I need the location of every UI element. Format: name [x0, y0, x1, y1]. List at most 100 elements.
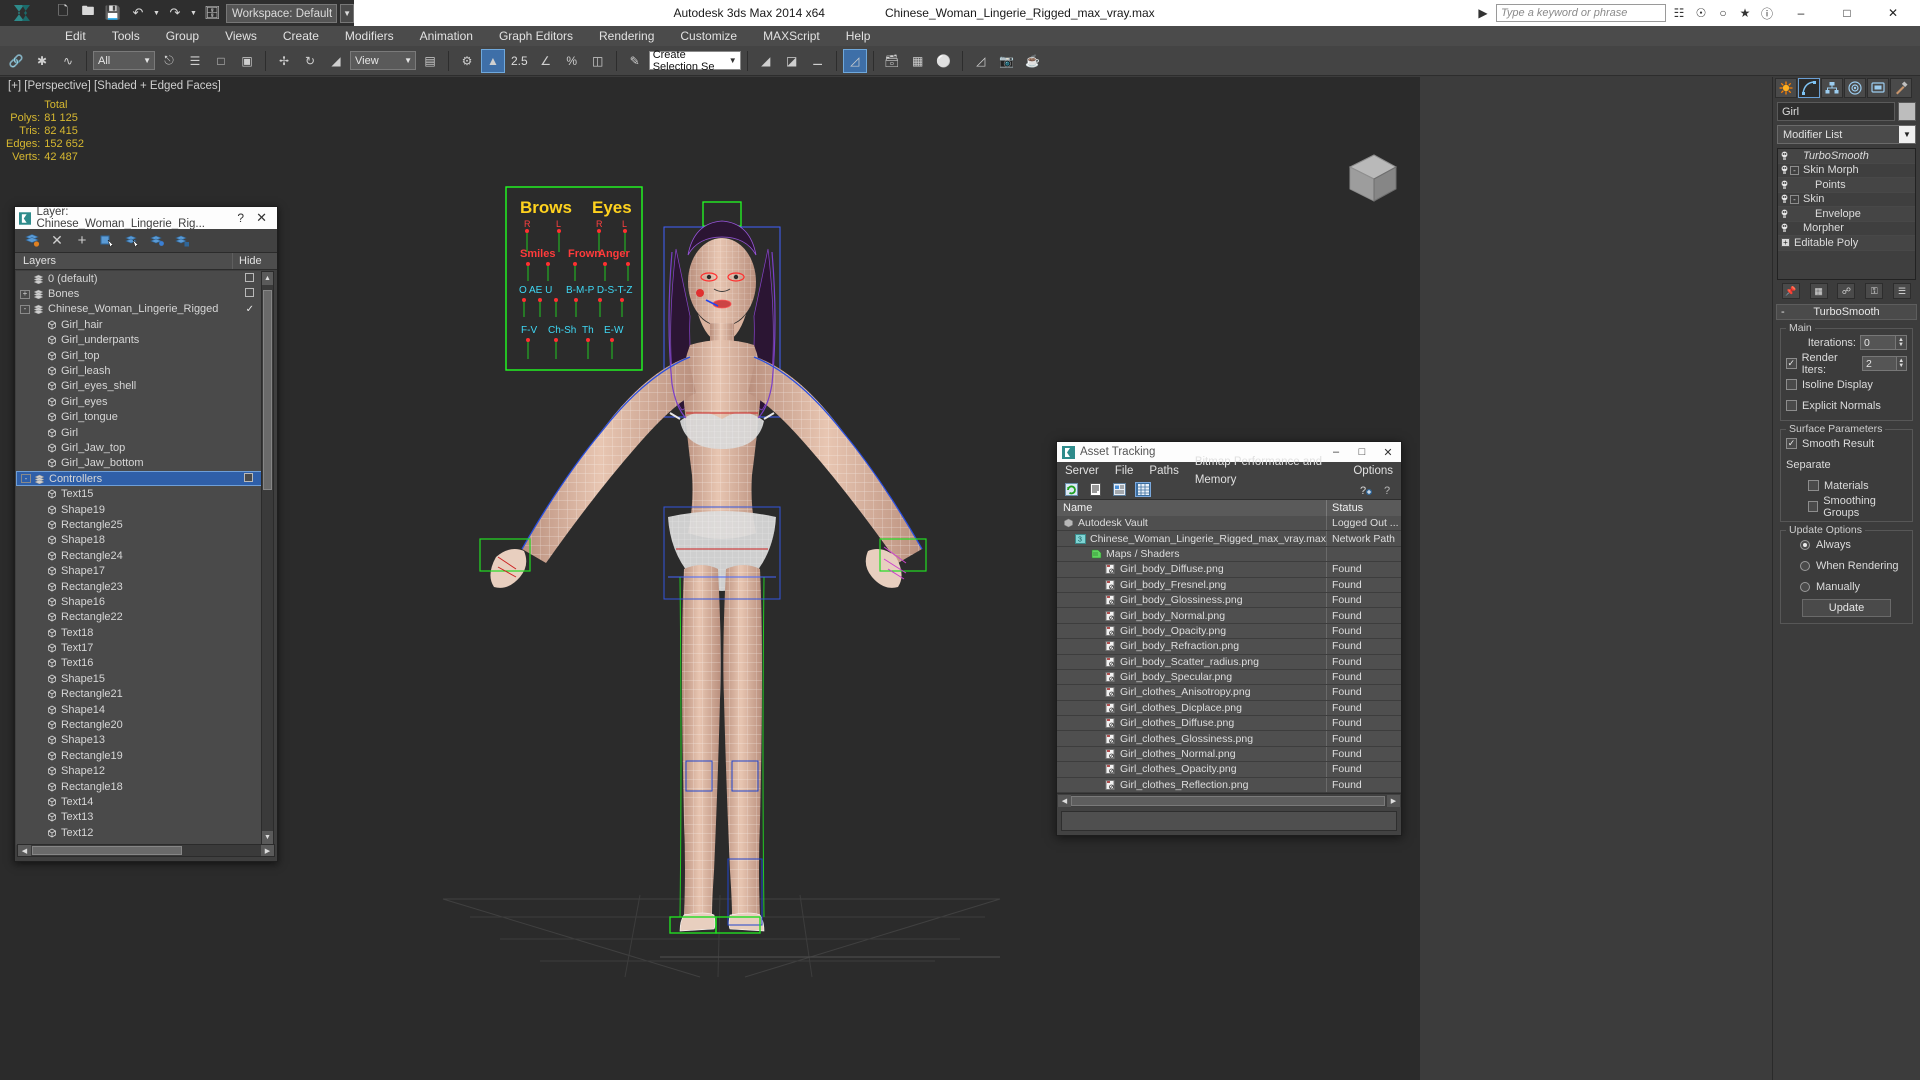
asset-menu-bitmap-performance[interactable]: Bitmap Performance and Memory: [1187, 453, 1346, 489]
stack-expander-icon[interactable]: +: [1781, 238, 1790, 248]
asset-row[interactable]: Girl_body_Glossiness.png Found: [1057, 592, 1401, 609]
save-icon[interactable]: 💾: [102, 2, 124, 24]
asset-list[interactable]: Autodesk Vault Logged Out ... 3 Chinese_Wom…: [1057, 516, 1401, 794]
select-and-manipulate-icon[interactable]: ⚙: [455, 49, 479, 73]
render-production-icon[interactable]: ☕: [1021, 49, 1045, 73]
minimize-button[interactable]: –: [1780, 0, 1822, 26]
curve-editor-icon[interactable]: 🗃: [880, 49, 904, 73]
layer-row[interactable]: Rectangle19: [16, 748, 264, 763]
remove-modifier-icon[interactable]: ⚿: [1865, 283, 1884, 299]
layer-row[interactable]: Girl_eyes: [16, 394, 264, 409]
layer-row[interactable]: Girl_Jaw_bottom: [16, 456, 264, 471]
layer-row[interactable]: Shape14: [16, 702, 264, 717]
menu-item-graph-editors[interactable]: Graph Editors: [486, 26, 586, 46]
redo-icon[interactable]: ↷: [164, 2, 186, 24]
layer-hide-check[interactable]: ✓: [246, 304, 254, 315]
bind-to-space-warp-icon[interactable]: ∿: [56, 49, 80, 73]
layer-row[interactable]: Rectangle25: [16, 517, 264, 532]
modifier-enable-icon[interactable]: [1778, 165, 1790, 175]
update-always-row[interactable]: Always: [1786, 536, 1907, 553]
layer-row[interactable]: Shape12: [16, 764, 264, 779]
update-always-radio[interactable]: [1800, 539, 1810, 550]
redo-dropdown-icon[interactable]: ▼: [189, 2, 198, 24]
asset-row[interactable]: Girl_body_Fresnel.png Found: [1057, 577, 1401, 593]
layer-row[interactable]: Girl: [16, 425, 264, 440]
iterations-spinner[interactable]: ▲ ▼: [1896, 335, 1907, 350]
search-input[interactable]: Type a keyword or phrase: [1496, 4, 1666, 22]
modifier-stack-row[interactable]: + Editable Poly: [1778, 236, 1915, 251]
view-cube[interactable]: [1348, 154, 1398, 202]
asset-row[interactable]: Girl_clothes_Normal.png Found: [1057, 746, 1401, 763]
menu-item-create[interactable]: Create: [270, 26, 332, 46]
app-menu-button[interactable]: [0, 0, 46, 26]
menu-item-help[interactable]: Help: [833, 26, 884, 46]
asset-tracking-maximize-button[interactable]: □: [1349, 442, 1375, 462]
asset-tracking-close-button[interactable]: ✕: [1375, 442, 1401, 462]
layer-manager-icon[interactable]: ⚊: [806, 49, 830, 73]
display-tab[interactable]: [1867, 78, 1889, 98]
delete-layer-icon[interactable]: ✕: [49, 232, 65, 249]
angle-snap-toggle-icon[interactable]: ∠: [534, 49, 558, 73]
layer-properties-icon[interactable]: [174, 233, 190, 249]
layer-row[interactable]: Rectangle24: [16, 548, 264, 563]
refresh-icon[interactable]: [1063, 482, 1079, 497]
layer-row[interactable]: Rectangle18: [16, 779, 264, 794]
update-when-rendering-row[interactable]: When Rendering: [1786, 557, 1907, 574]
workspace-dropdown-icon[interactable]: ▼: [340, 3, 355, 23]
pin-stack-icon[interactable]: 📌: [1781, 283, 1800, 299]
layer-list-vertical-scrollbar[interactable]: ▲ ▼: [261, 271, 274, 845]
workspace-selector[interactable]: Workspace: Default: [226, 3, 338, 23]
render-iters-spinner[interactable]: ▲ ▼: [1896, 356, 1907, 371]
rectangular-selection-icon[interactable]: □: [209, 49, 233, 73]
new-icon[interactable]: 🗋: [52, 2, 74, 24]
modifier-enable-icon[interactable]: [1778, 151, 1790, 161]
modifier-enable-icon[interactable]: [1778, 180, 1790, 190]
mirror-icon[interactable]: ◢: [754, 49, 778, 73]
select-and-link-icon[interactable]: 🔗: [4, 49, 28, 73]
modify-tab[interactable]: [1798, 78, 1820, 98]
object-color-swatch[interactable]: [1898, 102, 1916, 121]
scroll-right-icon[interactable]: ▶: [261, 845, 274, 856]
close-button[interactable]: ✕: [1872, 0, 1914, 26]
materials-row[interactable]: Materials: [1786, 477, 1907, 494]
asset-row[interactable]: Girl_clothes_Reflection.png Found: [1057, 777, 1401, 794]
scroll-left-icon[interactable]: ◀: [18, 845, 31, 856]
create-tab[interactable]: [1775, 78, 1797, 98]
subscription-icon[interactable]: ☉: [1692, 4, 1710, 22]
asset-horizontal-scrollbar[interactable]: ◀ ▶: [1057, 793, 1401, 808]
layer-expander-icon[interactable]: -: [20, 304, 30, 314]
layer-explorer-dialog[interactable]: Layer: Chinese_Woman_Lingerie_Rig... ? ✕…: [14, 206, 278, 862]
layer-dialog-close-button[interactable]: ✕: [250, 210, 273, 226]
list-view-icon[interactable]: [1087, 482, 1103, 497]
layer-row[interactable]: Girl_leash: [16, 363, 264, 378]
render-setup-icon[interactable]: ◿: [969, 49, 993, 73]
layer-row[interactable]: - Controllers: [16, 471, 264, 487]
modifier-enable-icon[interactable]: [1778, 194, 1790, 204]
add-layer-icon[interactable]: +: [74, 232, 90, 249]
scroll-up-icon[interactable]: ▲: [262, 272, 273, 285]
update-when-rendering-radio[interactable]: [1800, 560, 1810, 571]
stack-expander-icon[interactable]: -: [1790, 165, 1799, 175]
layer-row[interactable]: Text14: [16, 794, 264, 809]
asset-row[interactable]: Girl_body_Opacity.png Found: [1057, 623, 1401, 640]
rendered-frame-window-icon[interactable]: 📷: [995, 49, 1019, 73]
asset-row[interactable]: Girl_clothes_Dicplace.png Found: [1057, 700, 1401, 717]
asset-row[interactable]: Autodesk Vault Logged Out ...: [1057, 516, 1401, 532]
layer-row[interactable]: Shape15: [16, 671, 264, 686]
object-name-field[interactable]: Girl: [1777, 102, 1895, 121]
update-manually-radio[interactable]: [1800, 581, 1810, 592]
material-editor-icon[interactable]: ⚪: [932, 49, 956, 73]
new-layer-icon[interactable]: [24, 233, 40, 249]
layer-row[interactable]: + Bones: [16, 286, 264, 301]
layer-row[interactable]: Rectangle20: [16, 717, 264, 732]
layer-hide-checkbox[interactable]: [245, 272, 254, 285]
menu-item-tools[interactable]: Tools: [99, 26, 153, 46]
layer-list-horizontal-scrollbar[interactable]: ◀ ▶: [17, 844, 275, 857]
communication-icon[interactable]: ○: [1714, 4, 1732, 22]
layer-row[interactable]: Girl_Jaw_top: [16, 440, 264, 455]
hierarchy-tab[interactable]: [1821, 78, 1843, 98]
infocenter-icon[interactable]: ☷: [1670, 4, 1688, 22]
stack-expander-icon[interactable]: -: [1790, 194, 1799, 204]
select-highlighted-objects-icon[interactable]: [124, 233, 140, 249]
rollout-collapse-icon[interactable]: -: [1781, 306, 1785, 318]
